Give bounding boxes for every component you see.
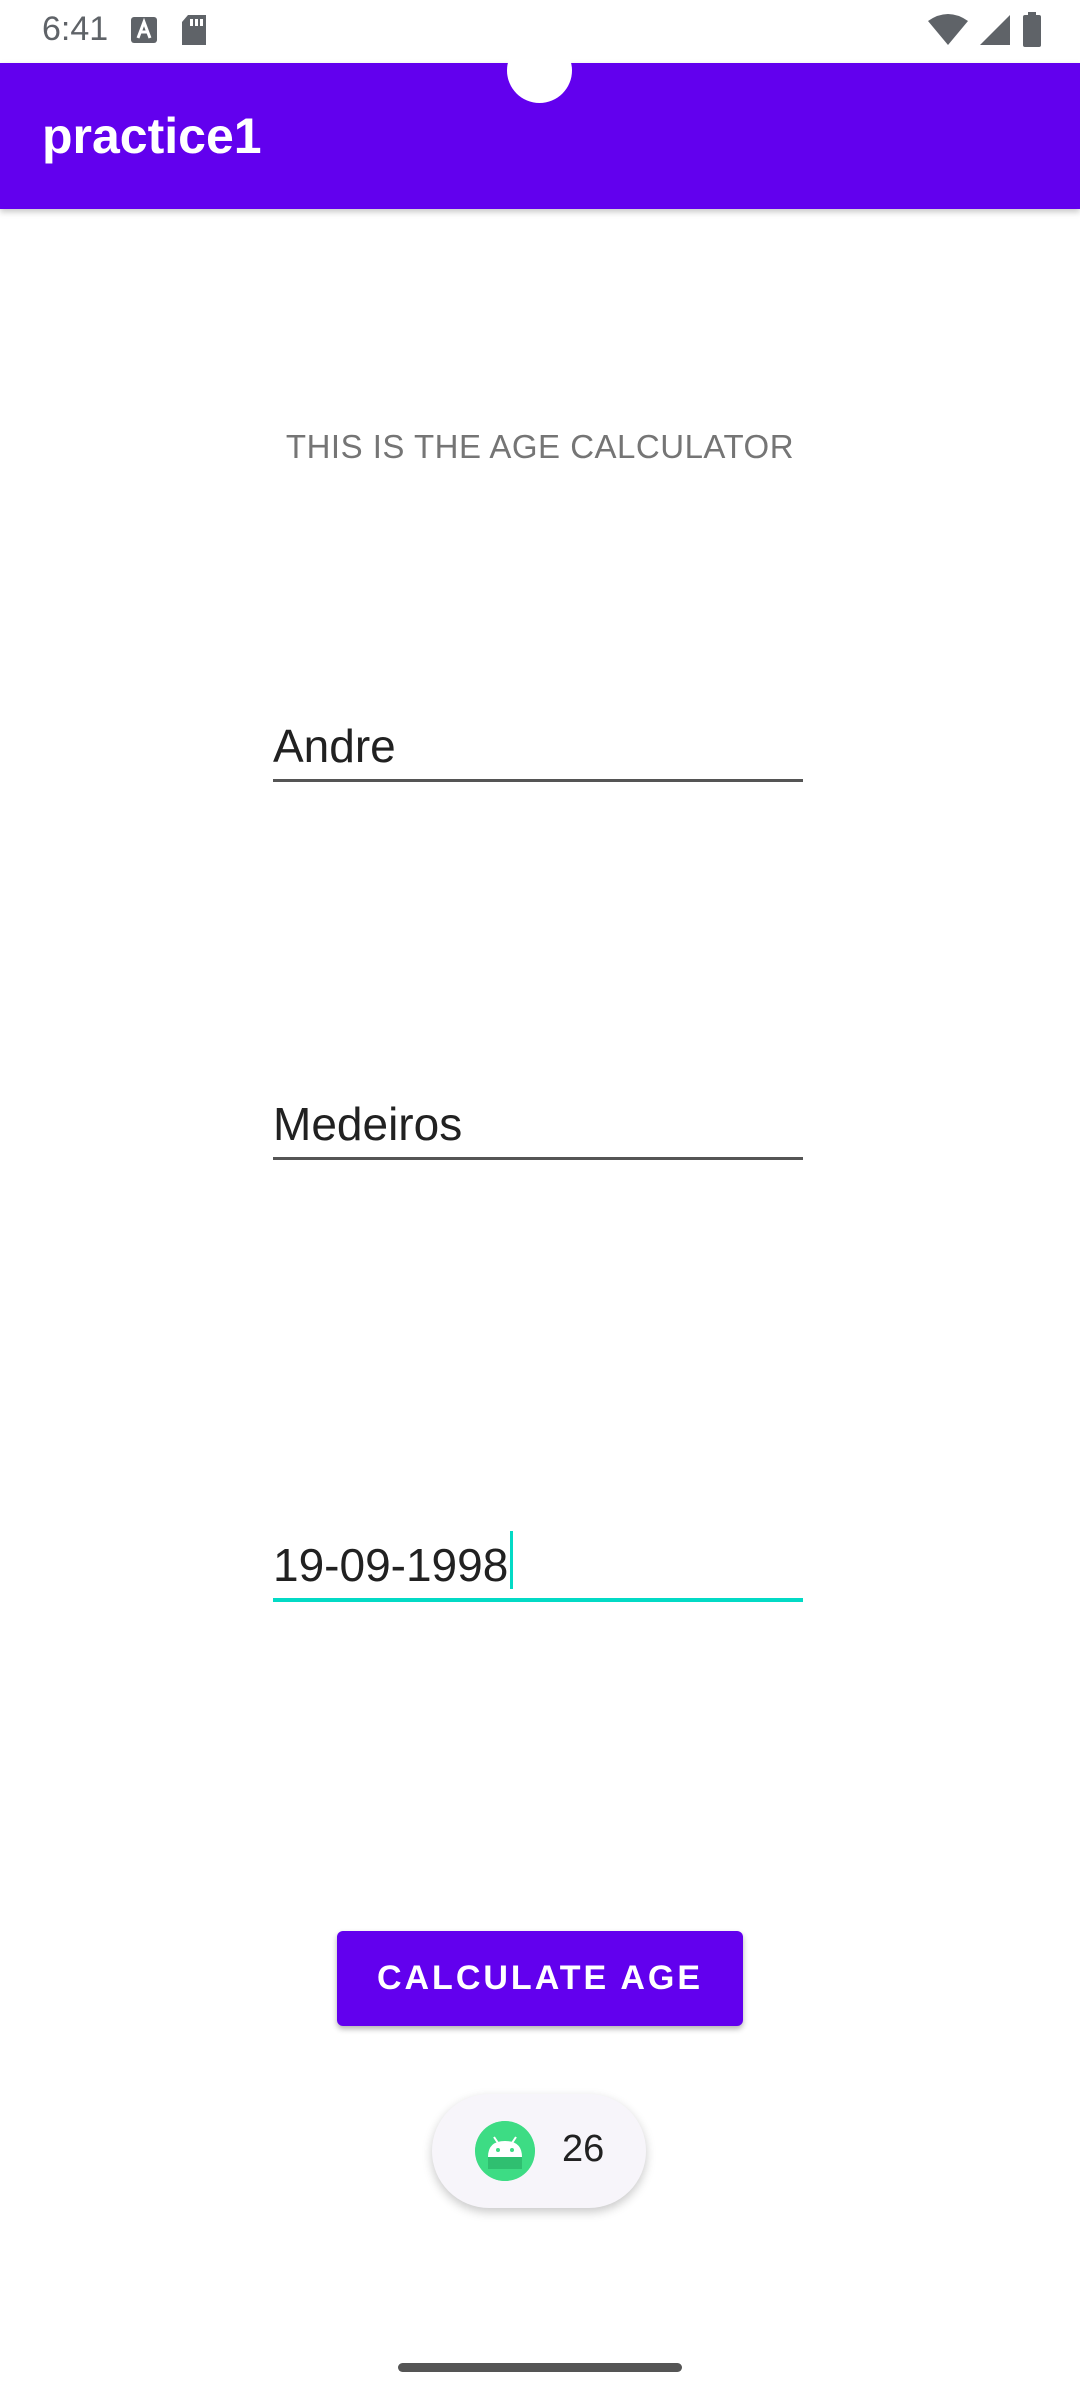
birth-date-field[interactable]: 19-09-1998 — [273, 1526, 803, 1602]
last-name-field[interactable]: Medeiros — [273, 1084, 803, 1160]
sd-card-icon — [180, 14, 208, 51]
birth-date-value: 19-09-1998 — [273, 1539, 509, 1591]
camera-cutout — [507, 38, 572, 103]
toast: 26 — [432, 2094, 646, 2208]
last-name-value: Medeiros — [273, 1098, 463, 1150]
wifi-icon — [928, 13, 968, 52]
signal-icon — [978, 13, 1012, 52]
text-cursor — [510, 1531, 514, 1589]
status-time: 6:41 — [42, 10, 109, 48]
font-icon — [130, 16, 158, 49]
home-indicator[interactable] — [398, 2363, 682, 2372]
calculate-age-button[interactable]: CALCULATE AGE — [337, 1931, 743, 2026]
app-title: practice1 — [42, 108, 262, 164]
android-icon — [475, 2121, 535, 2181]
toast-text: 26 — [562, 2128, 605, 2170]
status-right-icons — [928, 12, 1042, 53]
first-name-value: Andre — [273, 720, 396, 772]
birth-date-wrapper: 19-09-1998 — [273, 1531, 514, 1592]
status-left-icons — [130, 14, 208, 51]
first-name-field[interactable]: Andre — [273, 706, 803, 782]
battery-icon — [1022, 12, 1042, 53]
page-heading: THIS IS THE AGE CALCULATOR — [285, 428, 795, 465]
